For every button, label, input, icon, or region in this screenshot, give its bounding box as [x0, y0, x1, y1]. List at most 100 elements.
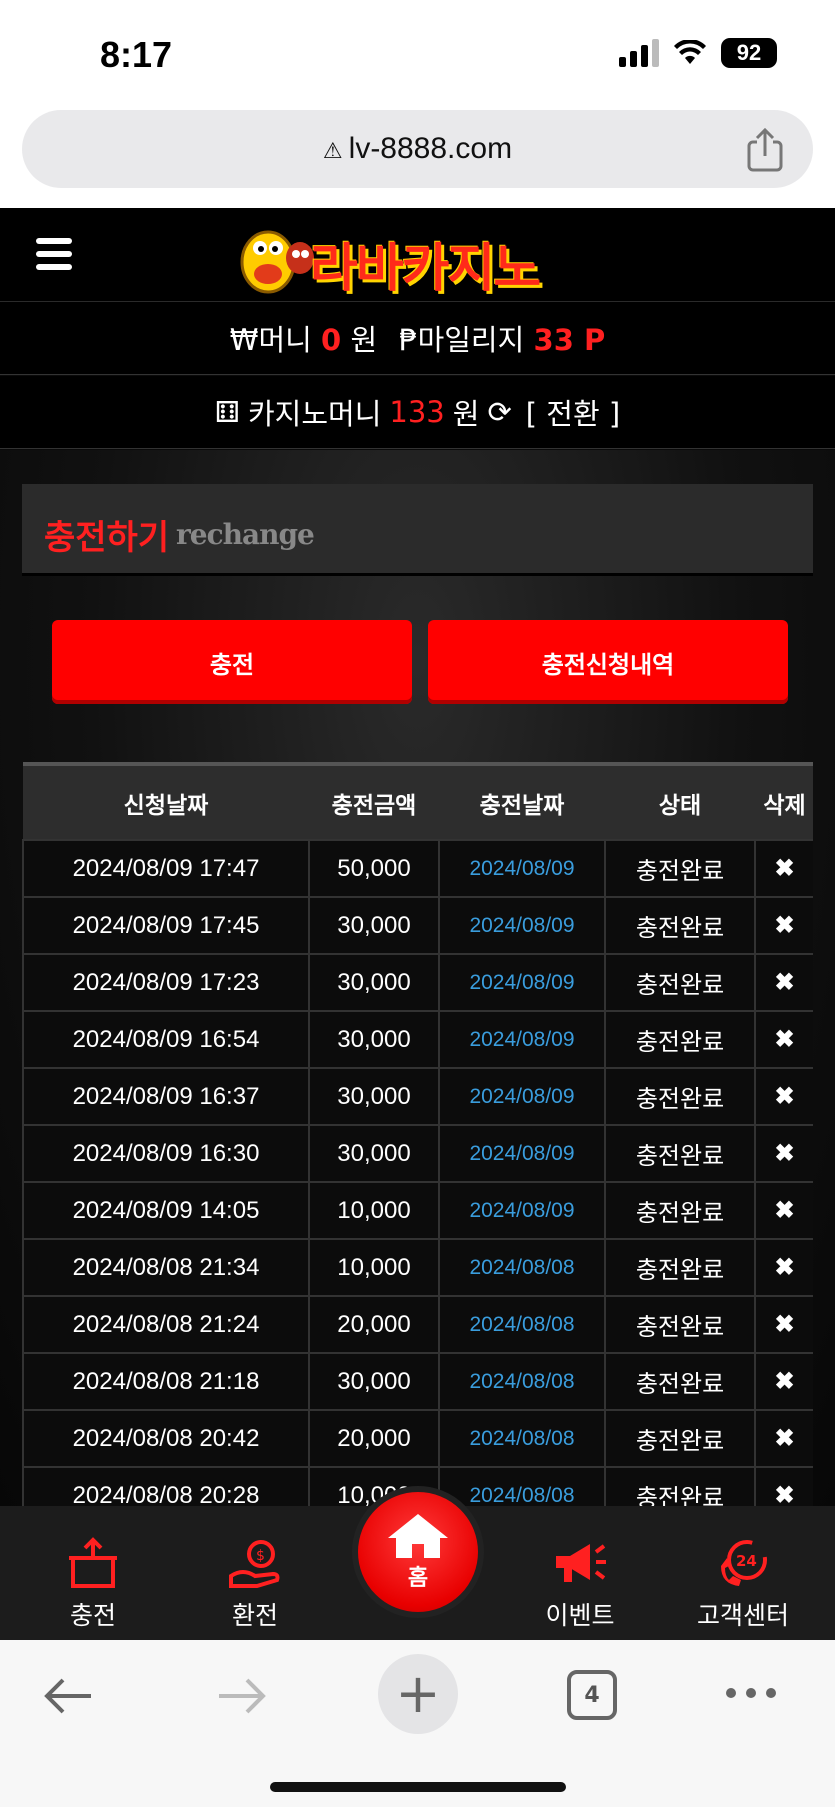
cell-amount: 30,000	[308, 1067, 440, 1126]
nav-event[interactable]: 이벤트	[515, 1536, 645, 1632]
cell-status: 충전완료	[604, 1238, 756, 1297]
delete-icon[interactable]: ✖	[754, 1238, 813, 1297]
cell-request-date: 2024/08/08 20:42	[22, 1409, 310, 1468]
cell-charge-date: 2024/08/09	[438, 1124, 606, 1183]
delete-icon[interactable]: ✖	[754, 1466, 813, 1506]
coin-hand-icon: $	[229, 1540, 280, 1588]
cell-request-date: 2024/08/08 21:24	[22, 1295, 310, 1354]
refresh-icon[interactable]: ⟳	[487, 395, 511, 429]
svg-text:$: $	[256, 1548, 265, 1564]
cell-charge-date: 2024/08/09	[438, 1010, 606, 1069]
logo-text: 라바카지노	[310, 239, 541, 299]
dice-icon: ⚅	[214, 395, 240, 429]
delete-icon[interactable]: ✖	[754, 953, 813, 1012]
casino-money-unit: 원	[452, 397, 480, 431]
delete-icon[interactable]: ✖	[754, 1352, 813, 1411]
table-row: 2024/08/08 21:24 20,000 2024/08/08 충전완료 ✖	[22, 1295, 813, 1354]
cell-status: 충전완료	[604, 1010, 756, 1069]
header-amount: 충전금액	[309, 762, 439, 840]
browser-address-area: ⚠ lv-8888.com	[0, 104, 835, 208]
browser-toolbar: + 4	[0, 1640, 835, 1807]
cell-request-date: 2024/08/09 14:05	[22, 1181, 310, 1240]
battery-icon: 92	[721, 38, 777, 68]
ios-status-bar: 8:17 92	[0, 0, 835, 104]
delete-icon[interactable]: ✖	[754, 1295, 813, 1354]
header-charge-date: 충전날짜	[439, 762, 605, 840]
cell-amount: 30,000	[308, 896, 440, 955]
cell-charge-date: 2024/08/08	[438, 1352, 606, 1411]
address-bar[interactable]: ⚠ lv-8888.com	[22, 110, 813, 188]
forward-icon[interactable]	[212, 1666, 272, 1726]
delete-icon[interactable]: ✖	[754, 896, 813, 955]
warning-icon: ⚠	[322, 138, 343, 163]
nav-home[interactable]: 홈	[352, 1486, 484, 1618]
casino-money-row: ⚅ 카지노머니 133 원 ⟳ [ 전환 ]	[0, 376, 835, 449]
tabs-button[interactable]: 4	[567, 1670, 617, 1720]
cell-status: 충전완료	[604, 1067, 756, 1126]
cell-request-date: 2024/08/09 17:47	[22, 839, 310, 898]
table-row: 2024/08/09 17:45 30,000 2024/08/09 충전완료 ✖	[22, 896, 813, 955]
cell-amount: 30,000	[308, 953, 440, 1012]
cell-charge-date: 2024/08/08	[438, 1295, 606, 1354]
status-time: 8:17	[100, 34, 173, 75]
nav-support[interactable]: 24 고객센터	[678, 1536, 808, 1632]
cell-charge-date: 2024/08/09	[438, 1181, 606, 1240]
cell-request-date: 2024/08/09 17:23	[22, 953, 310, 1012]
table-row: 2024/08/09 17:47 50,000 2024/08/09 충전완료 ✖	[22, 839, 813, 898]
nav-exchange[interactable]: $ 환전	[190, 1536, 320, 1632]
table-row: 2024/08/09 17:23 30,000 2024/08/09 충전완료 ✖	[22, 953, 813, 1012]
charge-history-table: 신청날짜 충전금액 충전날짜 상태 삭제 2024/08/09 17:47 50,…	[22, 762, 813, 1506]
header-request-date: 신청날짜	[23, 762, 309, 840]
delete-icon[interactable]: ✖	[754, 1010, 813, 1069]
cell-request-date: 2024/08/09 16:37	[22, 1067, 310, 1126]
delete-icon[interactable]: ✖	[754, 1181, 813, 1240]
app-root: 8:17 92 ⚠ lv-8888.com 라바카지노 ₩머니 0 원 ₱마일리…	[0, 0, 835, 1807]
charge-button[interactable]: 충전	[52, 620, 412, 704]
section-header: 충전하기 rechange	[22, 484, 813, 576]
share-icon[interactable]	[745, 128, 785, 172]
menu-icon[interactable]	[36, 238, 72, 270]
svg-text:24: 24	[736, 1552, 757, 1570]
delete-icon[interactable]: ✖	[754, 1067, 813, 1126]
cell-charge-date: 2024/08/09	[438, 953, 606, 1012]
cell-request-date: 2024/08/09 16:54	[22, 1010, 310, 1069]
cell-charge-date: 2024/08/09	[438, 1067, 606, 1126]
mileage-balance: ₱마일리지 33 P	[399, 323, 606, 357]
delete-icon[interactable]: ✖	[754, 1124, 813, 1183]
cell-status: 충전완료	[604, 953, 756, 1012]
cell-status: 충전완료	[604, 839, 756, 898]
support-24-icon: 24	[721, 1540, 767, 1586]
nav-charge[interactable]: 충전	[28, 1536, 158, 1632]
charge-history-button[interactable]: 충전신청내역	[428, 620, 788, 704]
site-header: 라바카지노	[0, 208, 835, 302]
new-tab-plus-icon[interactable]: +	[378, 1654, 458, 1734]
header-status: 상태	[605, 762, 755, 840]
cell-amount: 30,000	[308, 1124, 440, 1183]
header-delete: 삭제	[755, 762, 813, 840]
cell-charge-date: 2024/08/08	[438, 1409, 606, 1468]
section-subtitle: rechange	[176, 518, 315, 551]
table-row: 2024/08/09 16:30 30,000 2024/08/09 충전완료 ✖	[22, 1124, 813, 1183]
table-row: 2024/08/09 14:05 10,000 2024/08/09 충전완료 ✖	[22, 1181, 813, 1240]
cell-charge-date: 2024/08/09	[438, 896, 606, 955]
table-row: 2024/08/09 16:54 30,000 2024/08/09 충전완료 ✖	[22, 1010, 813, 1069]
table-row: 2024/08/08 21:18 30,000 2024/08/08 충전완료 ✖	[22, 1352, 813, 1411]
cell-amount: 30,000	[308, 1010, 440, 1069]
back-icon[interactable]	[38, 1666, 98, 1726]
delete-icon[interactable]: ✖	[754, 1409, 813, 1468]
cell-request-date: 2024/08/09 16:30	[22, 1124, 310, 1183]
site-logo[interactable]: 라바카지노	[230, 218, 610, 299]
cell-amount: 10,000	[308, 1181, 440, 1240]
url-text: lv-8888.com	[348, 132, 513, 165]
balance-row: ₩머니 0 원 ₱마일리지 33 P	[0, 302, 835, 375]
status-indicators: 92	[619, 38, 777, 68]
cell-status: 충전완료	[604, 1409, 756, 1468]
cell-amount: 20,000	[308, 1295, 440, 1354]
charge-box-icon	[69, 1537, 117, 1588]
larva-mascot-icon	[240, 230, 314, 294]
cell-status: 충전완료	[604, 1352, 756, 1411]
cell-amount: 50,000	[308, 839, 440, 898]
delete-icon[interactable]: ✖	[754, 839, 813, 898]
more-options-icon[interactable]	[726, 1688, 776, 1698]
switch-button[interactable]: [ 전환 ]	[526, 391, 620, 433]
